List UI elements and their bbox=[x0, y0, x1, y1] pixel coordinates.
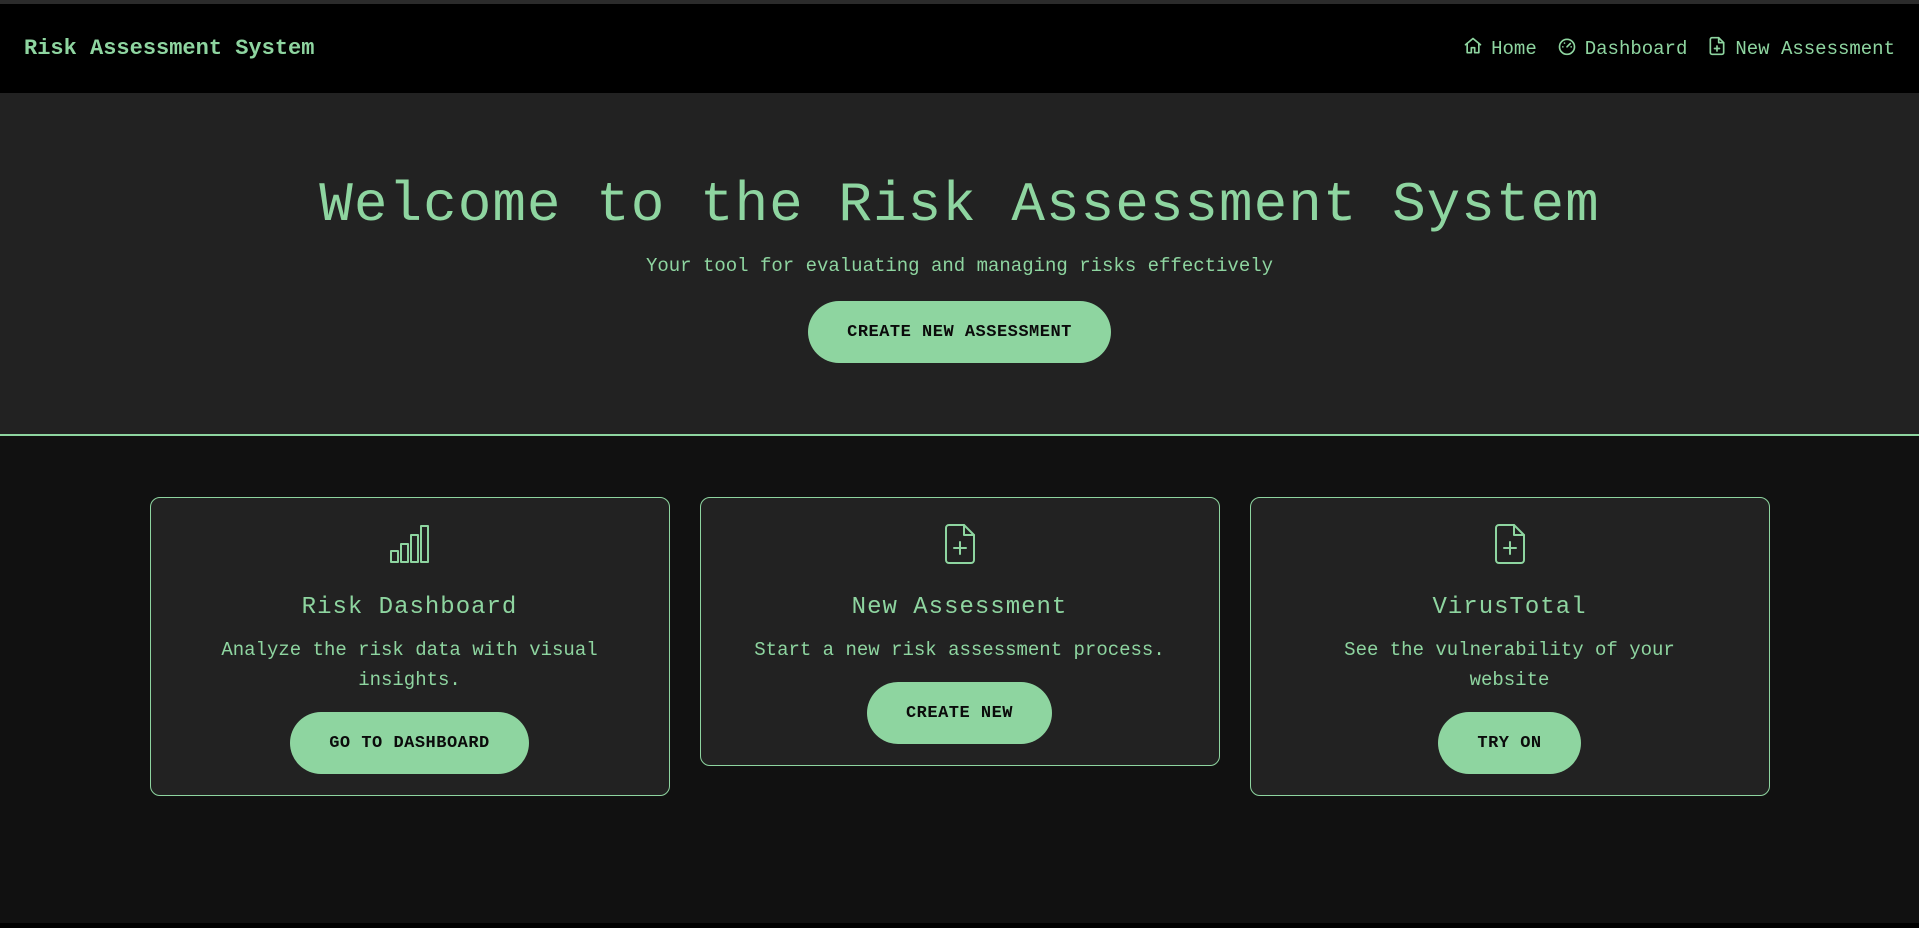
hero-title: Welcome to the Risk Assessment System bbox=[319, 173, 1600, 237]
file-plus-icon bbox=[1488, 522, 1532, 566]
go-to-dashboard-button[interactable]: GO TO DASHBOARD bbox=[290, 712, 529, 774]
bar-chart-icon bbox=[388, 522, 432, 566]
create-new-button[interactable]: CREATE NEW bbox=[866, 682, 1053, 744]
hero-section: Welcome to the Risk Assessment System Yo… bbox=[0, 93, 1919, 436]
card-description: Analyze the risk data with visual insigh… bbox=[221, 639, 598, 691]
card-description: See the vulnerability of your website bbox=[1344, 639, 1675, 691]
try-on-button[interactable]: TRY ON bbox=[1438, 712, 1581, 774]
card-title: VirusTotal bbox=[1432, 594, 1587, 621]
card-description: Start a new risk assessment process. bbox=[754, 639, 1165, 661]
file-plus-icon bbox=[938, 522, 982, 566]
home-icon bbox=[1463, 36, 1483, 62]
gauge-icon bbox=[1557, 36, 1577, 62]
nav-link-home[interactable]: Home bbox=[1463, 36, 1537, 62]
window-bottom-strip bbox=[0, 923, 1919, 928]
hero-subtitle: Your tool for evaluating and managing ri… bbox=[645, 255, 1274, 277]
card-title: New Assessment bbox=[851, 594, 1068, 621]
create-new-assessment-button[interactable]: CREATE NEW ASSESSMENT bbox=[808, 301, 1111, 363]
brand-title[interactable]: Risk Assessment System bbox=[24, 36, 314, 61]
feature-cards: Risk Dashboard Analyze the risk data wit… bbox=[0, 436, 1919, 796]
nav-link-dashboard[interactable]: Dashboard bbox=[1557, 36, 1688, 62]
nav-link-new-assessment[interactable]: New Assessment bbox=[1707, 36, 1895, 62]
card-virustotal: VirusTotal See the vulnerability of your… bbox=[1249, 497, 1770, 796]
card-new-assessment: New Assessment Start a new risk assessme… bbox=[699, 497, 1220, 766]
nav-link-dashboard-label: Dashboard bbox=[1584, 37, 1688, 60]
nav-link-new-assessment-label: New Assessment bbox=[1735, 37, 1895, 60]
navbar: Risk Assessment System Home Dashboard Ne… bbox=[0, 4, 1919, 93]
nav-link-home-label: Home bbox=[1491, 37, 1537, 60]
nav-links: Home Dashboard New Assessment bbox=[1463, 36, 1895, 62]
card-title: Risk Dashboard bbox=[301, 594, 518, 621]
file-plus-icon bbox=[1707, 36, 1727, 62]
card-risk-dashboard: Risk Dashboard Analyze the risk data wit… bbox=[149, 497, 670, 796]
